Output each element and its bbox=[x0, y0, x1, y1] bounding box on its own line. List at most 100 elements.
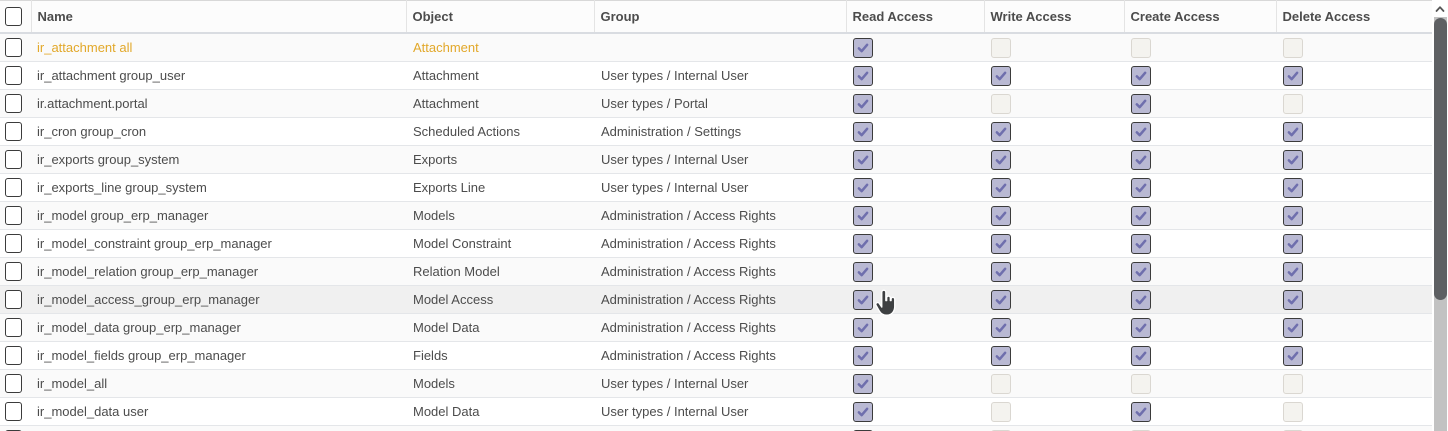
cell-group[interactable]: Administration / Access Rights bbox=[594, 342, 846, 370]
read-access-checkbox[interactable] bbox=[853, 122, 873, 142]
table-row[interactable]: ir_model_data group_erp_manager Model Da… bbox=[0, 314, 1432, 342]
delete-access-checkbox[interactable] bbox=[1283, 290, 1303, 310]
cell-object[interactable]: Attachment bbox=[406, 90, 594, 118]
cell-object[interactable]: Exports bbox=[406, 146, 594, 174]
row-select-checkbox[interactable] bbox=[5, 178, 22, 197]
cell-group[interactable]: User types / Internal User bbox=[594, 62, 846, 90]
read-access-checkbox[interactable] bbox=[853, 402, 873, 422]
delete-access-checkbox[interactable] bbox=[1283, 94, 1303, 114]
delete-access-checkbox[interactable] bbox=[1283, 234, 1303, 254]
cell-object[interactable]: Model Constraint bbox=[406, 230, 594, 258]
read-access-checkbox[interactable] bbox=[853, 38, 873, 58]
cell-name[interactable]: ir_model_all bbox=[31, 370, 406, 398]
read-access-checkbox[interactable] bbox=[853, 290, 873, 310]
delete-access-checkbox[interactable] bbox=[1283, 206, 1303, 226]
read-access-checkbox[interactable] bbox=[853, 374, 873, 394]
read-access-checkbox[interactable] bbox=[853, 150, 873, 170]
row-select-checkbox[interactable] bbox=[5, 206, 22, 225]
cell-name[interactable]: ir_model_constraint group_erp_manager bbox=[31, 230, 406, 258]
table-row[interactable]: ir_attachment all Attachment bbox=[0, 33, 1432, 62]
cell-group[interactable]: User types / Internal User bbox=[594, 398, 846, 426]
cell-group[interactable]: Administration / Access Rights bbox=[594, 258, 846, 286]
table-row[interactable]: ir_model_data user Model Data User types… bbox=[0, 398, 1432, 426]
delete-access-checkbox[interactable] bbox=[1283, 402, 1303, 422]
cell-group[interactable]: User types / Internal User bbox=[594, 146, 846, 174]
cell-object[interactable]: Scheduled Actions bbox=[406, 118, 594, 146]
create-access-checkbox[interactable] bbox=[1131, 402, 1151, 422]
delete-access-checkbox[interactable] bbox=[1283, 178, 1303, 198]
cell-object[interactable]: Model Data bbox=[406, 314, 594, 342]
read-access-checkbox[interactable] bbox=[853, 262, 873, 282]
create-access-checkbox[interactable] bbox=[1131, 94, 1151, 114]
row-select-checkbox[interactable] bbox=[5, 150, 22, 169]
create-access-checkbox[interactable] bbox=[1131, 234, 1151, 254]
write-access-checkbox[interactable] bbox=[991, 150, 1011, 170]
read-access-checkbox[interactable] bbox=[853, 206, 873, 226]
create-access-checkbox[interactable] bbox=[1131, 206, 1151, 226]
delete-access-checkbox[interactable] bbox=[1283, 150, 1303, 170]
create-access-checkbox[interactable] bbox=[1131, 374, 1151, 394]
write-access-checkbox[interactable] bbox=[991, 234, 1011, 254]
row-select-checkbox[interactable] bbox=[5, 374, 22, 393]
create-access-checkbox[interactable] bbox=[1131, 38, 1151, 58]
table-row[interactable]: ir_model_fields group_erp_manager Fields… bbox=[0, 342, 1432, 370]
row-select-checkbox[interactable] bbox=[5, 122, 22, 141]
delete-access-checkbox[interactable] bbox=[1283, 66, 1303, 86]
table-row[interactable]: ir_cron group_cron Scheduled Actions Adm… bbox=[0, 118, 1432, 146]
delete-access-checkbox[interactable] bbox=[1283, 38, 1303, 58]
cell-group[interactable] bbox=[594, 33, 846, 62]
row-select-checkbox[interactable] bbox=[5, 66, 22, 85]
delete-access-checkbox[interactable] bbox=[1283, 122, 1303, 142]
read-access-checkbox[interactable] bbox=[853, 66, 873, 86]
write-access-checkbox[interactable] bbox=[991, 346, 1011, 366]
cell-name[interactable]: ir.attachment.portal bbox=[31, 90, 406, 118]
write-access-checkbox[interactable] bbox=[991, 262, 1011, 282]
cell-object[interactable]: Models bbox=[406, 370, 594, 398]
row-select-checkbox[interactable] bbox=[5, 402, 22, 421]
cell-group[interactable]: User types / Internal User bbox=[594, 174, 846, 202]
cell-object[interactable]: Fields bbox=[406, 342, 594, 370]
column-header-name[interactable]: Name bbox=[31, 1, 406, 34]
cell-object[interactable]: Model Access bbox=[406, 286, 594, 314]
delete-access-checkbox[interactable] bbox=[1283, 262, 1303, 282]
cell-name[interactable]: ir_attachment group_user bbox=[31, 62, 406, 90]
cell-name[interactable]: ir_model group_erp_manager bbox=[31, 202, 406, 230]
write-access-checkbox[interactable] bbox=[991, 66, 1011, 86]
row-select-checkbox[interactable] bbox=[5, 262, 22, 281]
column-header-create-access[interactable]: Create Access bbox=[1124, 1, 1276, 34]
cell-name[interactable]: ir_model_data user bbox=[31, 398, 406, 426]
write-access-checkbox[interactable] bbox=[991, 122, 1011, 142]
table-row[interactable]: ir_model_constraint group_erp_manager Mo… bbox=[0, 230, 1432, 258]
table-row[interactable]: ir_model_all Models User types / Interna… bbox=[0, 370, 1432, 398]
cell-object[interactable]: Attachment bbox=[406, 33, 594, 62]
cell-name[interactable]: ir_model_relation group_erp_manager bbox=[31, 258, 406, 286]
delete-access-checkbox[interactable] bbox=[1283, 346, 1303, 366]
read-access-checkbox[interactable] bbox=[853, 318, 873, 338]
delete-access-checkbox[interactable] bbox=[1283, 374, 1303, 394]
cell-group[interactable]: User types / Portal bbox=[594, 90, 846, 118]
row-select-checkbox[interactable] bbox=[5, 346, 22, 365]
table-row[interactable]: ir_exports_line group_system Exports Lin… bbox=[0, 174, 1432, 202]
create-access-checkbox[interactable] bbox=[1131, 122, 1151, 142]
row-select-checkbox[interactable] bbox=[5, 38, 22, 57]
cell-group[interactable]: Administration / Access Rights bbox=[594, 202, 846, 230]
read-access-checkbox[interactable] bbox=[853, 234, 873, 254]
table-row[interactable]: ir_model_relation group_erp_manager Rela… bbox=[0, 258, 1432, 286]
cell-name[interactable]: ir_model_fields group_erp_manager bbox=[31, 342, 406, 370]
cell-object[interactable]: Model Data bbox=[406, 398, 594, 426]
column-header-write-access[interactable]: Write Access bbox=[984, 1, 1124, 34]
table-row[interactable]: ir_model group_erp_manager Models Admini… bbox=[0, 202, 1432, 230]
column-header-object[interactable]: Object bbox=[406, 1, 594, 34]
read-access-checkbox[interactable] bbox=[853, 178, 873, 198]
row-select-checkbox[interactable] bbox=[5, 234, 22, 253]
select-all-checkbox[interactable] bbox=[5, 7, 22, 26]
table-row[interactable]: ir_exports group_system Exports User typ… bbox=[0, 146, 1432, 174]
table-row[interactable]: ir_model_access_group_erp_manager Model … bbox=[0, 286, 1432, 314]
write-access-checkbox[interactable] bbox=[991, 178, 1011, 198]
row-select-checkbox[interactable] bbox=[5, 290, 22, 309]
vertical-scrollbar[interactable] bbox=[1432, 0, 1448, 431]
cell-group[interactable]: User types / Internal User bbox=[594, 426, 846, 431]
write-access-checkbox[interactable] bbox=[991, 38, 1011, 58]
cell-group[interactable]: Administration / Access Rights bbox=[594, 230, 846, 258]
create-access-checkbox[interactable] bbox=[1131, 66, 1151, 86]
